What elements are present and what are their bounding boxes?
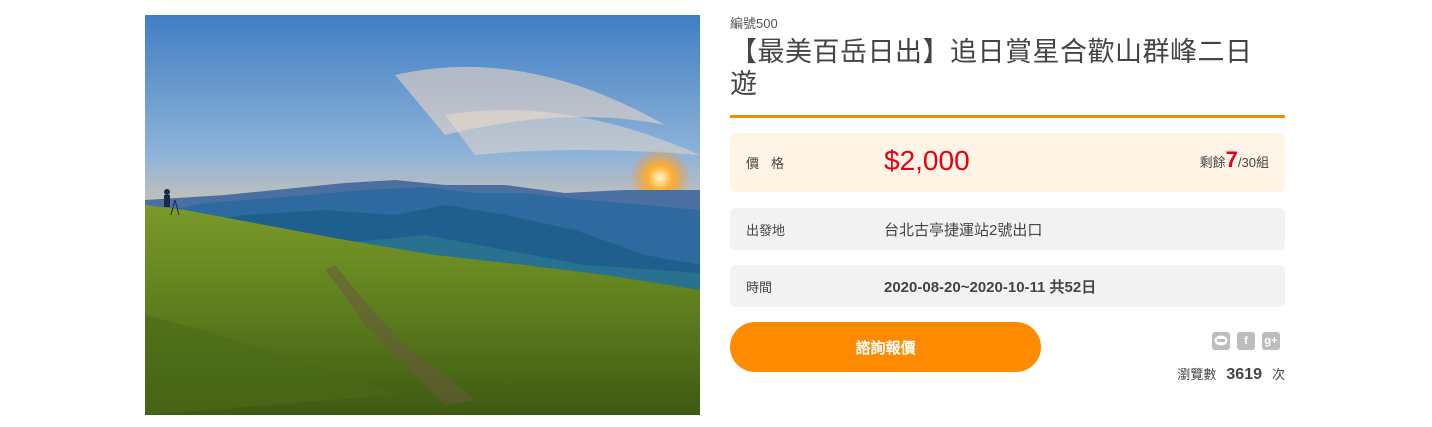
departure-label: 出發地 xyxy=(746,222,786,238)
views-number: 3619 xyxy=(1226,366,1262,383)
time-label: 時間 xyxy=(746,279,773,295)
mountain-sunrise-image xyxy=(145,15,700,415)
price-label: 價格 xyxy=(746,156,797,171)
share-icons: f g+ xyxy=(1212,332,1280,350)
departure-value: 台北古亭捷運站2號出口 xyxy=(884,221,1043,239)
product-photo xyxy=(145,15,700,415)
inquire-button[interactable]: 諮詢報價 xyxy=(730,322,1041,372)
time-row: 時間 2020-08-20~2020-10-11 共52日 xyxy=(730,265,1285,307)
remaining-suffix: /30組 xyxy=(1237,155,1269,170)
remaining-count: 7 xyxy=(1225,147,1238,172)
title-divider xyxy=(730,115,1285,118)
time-value: 2020-08-20~2020-10-11 共52日 xyxy=(884,278,1097,296)
remaining-prefix: 剩餘 xyxy=(1199,155,1226,170)
line-bubble-shape xyxy=(1214,335,1228,346)
price-value: $2,000 xyxy=(884,145,970,176)
product-code: 編號500 xyxy=(730,16,778,31)
product-title: 【最美百岳日出】追日賞星合歡山群峰二日遊 xyxy=(730,37,1253,99)
line-icon[interactable] xyxy=(1212,332,1230,350)
views-unit: 次 xyxy=(1271,367,1285,382)
facebook-icon[interactable]: f xyxy=(1237,332,1255,350)
view-count: 瀏覽數 3619 次 xyxy=(1177,364,1285,384)
price-row: 價格 $2,000 剩餘7/30組 xyxy=(730,133,1285,192)
remaining-slots: 剩餘7/30組 xyxy=(1200,147,1269,173)
departure-row: 出發地 台北古亭捷運站2號出口 xyxy=(730,208,1285,250)
views-label: 瀏覽數 xyxy=(1177,367,1217,382)
google-plus-icon[interactable]: g+ xyxy=(1262,332,1280,350)
